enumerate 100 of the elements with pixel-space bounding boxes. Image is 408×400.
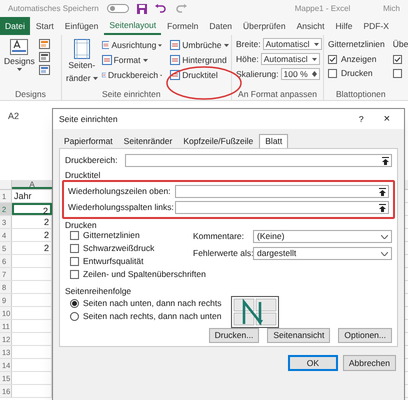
fonts-icon xyxy=(38,52,50,62)
dialog-button[interactable]: Drucken... xyxy=(208,328,260,343)
dialog-tab[interactable]: Papierformat xyxy=(59,135,118,148)
autosave-label: Automatisches Speichern xyxy=(8,2,99,14)
group-label: Designs xyxy=(14,88,47,100)
spin-field[interactable]: 100 % xyxy=(280,68,320,80)
undo-icon[interactable] xyxy=(154,4,167,13)
checkbox[interactable] xyxy=(70,256,79,266)
ribbon-tab[interactable]: Formeln xyxy=(162,17,204,35)
group-label: Seite einrichten xyxy=(101,88,162,100)
page-icon xyxy=(102,55,112,65)
dialog-tab[interactable]: Kopfzeile/Fußzeile xyxy=(178,135,258,148)
ribbon-command[interactable]: Druckbereich xyxy=(102,69,162,81)
checkbox[interactable] xyxy=(328,54,337,64)
save-icon[interactable] xyxy=(136,4,147,14)
radio-button[interactable] xyxy=(70,298,79,308)
group-label: Blattoptionen xyxy=(335,88,387,100)
effects-icon xyxy=(38,65,50,75)
field-label: Wiederholungsspalten links: xyxy=(68,201,175,214)
checkbox-label: Drucken xyxy=(341,66,373,80)
close-button[interactable]: × xyxy=(384,110,390,128)
checkbox[interactable] xyxy=(70,230,79,240)
collapse-icon xyxy=(379,188,386,196)
dialog-button[interactable]: Abbrechen xyxy=(342,355,396,371)
dialog-title: Seite einrichten xyxy=(59,112,118,126)
user-name: Mich xyxy=(383,2,400,14)
ribbon-tab[interactable]: Einfügen xyxy=(60,17,104,35)
checkbox-label: Anzeigen xyxy=(341,52,376,66)
redo-icon[interactable] xyxy=(174,4,187,13)
column-header: A xyxy=(12,180,52,189)
caret-icon xyxy=(158,44,162,46)
field-label: Breite: xyxy=(236,38,261,51)
ribbon-tab[interactable]: Daten xyxy=(204,17,238,35)
margins-icon xyxy=(74,39,90,59)
designs-icon xyxy=(10,39,28,55)
checkbox[interactable] xyxy=(70,270,79,278)
page-icon xyxy=(170,40,180,50)
dialog-tab[interactable]: Blatt xyxy=(259,134,288,148)
page-icon xyxy=(102,70,106,80)
section-heading: Drucktitel xyxy=(65,169,102,180)
field-label: Skalierung: xyxy=(236,68,279,80)
ribbon-tab[interactable]: Überprüfen xyxy=(238,17,291,35)
radio-label: Seiten nach unten, dann nach rechts xyxy=(83,296,222,310)
dropdown-field[interactable]: Automatiscl xyxy=(260,53,320,66)
ribbon-tab[interactable]: Start xyxy=(30,17,59,35)
dropdown-field[interactable]: (Keine) xyxy=(253,230,392,243)
ribbon-command[interactable]: Umbrüche xyxy=(170,39,231,51)
dialog-tab[interactable]: Seitenränder xyxy=(118,135,178,148)
name-box[interactable]: A2 xyxy=(4,110,52,124)
checkbox[interactable] xyxy=(392,54,402,64)
checkbox-label: Schwarzweißdruck xyxy=(83,242,154,254)
ribbon-command[interactable]: Ausrichtung xyxy=(102,39,162,51)
checkbox[interactable] xyxy=(70,244,79,252)
ribbon-command[interactable]: Hintergrund xyxy=(170,54,231,66)
caret-icon xyxy=(312,58,317,61)
caret-icon xyxy=(224,44,228,46)
checkbox[interactable] xyxy=(328,68,337,78)
dropdown-field[interactable]: dargestellt xyxy=(253,247,392,260)
ribbon-tab[interactable]: Hilfe xyxy=(330,17,358,35)
column-heading: Übe xyxy=(392,38,408,51)
caret-icon xyxy=(16,68,22,71)
group-label: An Format anpassen xyxy=(237,88,318,100)
file-tab[interactable]: Datei xyxy=(0,17,30,35)
page-order-preview-drawing xyxy=(231,296,280,328)
dialog-button[interactable]: Seitenansicht xyxy=(267,328,330,343)
ribbon-command[interactable]: Format xyxy=(102,54,162,66)
checkbox[interactable] xyxy=(392,68,402,78)
field-label: Fehlerwerte als: xyxy=(193,247,253,260)
caret-icon xyxy=(142,58,148,62)
ribbon-tab[interactable]: Ansicht xyxy=(292,17,330,35)
section-heading: Seitenreihenfolge xyxy=(65,285,132,296)
caret-icon xyxy=(92,76,98,80)
caret-icon xyxy=(314,42,319,46)
designs-button[interactable]: Designs xyxy=(4,39,35,71)
checkbox-label: Zeilen- und Spaltenüberschriften xyxy=(83,268,206,280)
collapse-icon xyxy=(379,204,386,212)
margins-button[interactable]: Seiten- ränder xyxy=(66,39,98,88)
dialog-button[interactable]: OK xyxy=(288,355,338,371)
field-label: Kommentare: xyxy=(193,230,246,243)
ribbon-tab[interactable]: PDF-X xyxy=(358,17,394,35)
input-field[interactable] xyxy=(175,201,389,214)
chevron-icon xyxy=(381,252,388,256)
input-field[interactable] xyxy=(175,185,389,198)
field-label: Höhe: xyxy=(236,52,259,66)
input-field[interactable] xyxy=(125,154,392,167)
radio-button[interactable] xyxy=(70,312,79,320)
autosave-toggle[interactable] xyxy=(106,4,129,13)
window-title: Mappe1 - Excel xyxy=(294,2,350,14)
radio-label: Seiten nach rechts, dann nach unten xyxy=(83,310,222,322)
chevron-icon xyxy=(381,234,388,238)
dropdown-field[interactable]: Automatiscl xyxy=(262,38,322,50)
page-icon xyxy=(102,40,110,50)
help-button[interactable]: ? xyxy=(358,112,364,126)
field-label: Wiederholungszeilen oben: xyxy=(68,185,172,198)
colors-icon xyxy=(38,39,50,49)
column-heading: Gitternetzlinien xyxy=(328,38,385,51)
checkbox-label: Entwurfsqualität xyxy=(83,254,144,268)
collapse-icon xyxy=(382,156,389,164)
dialog-button[interactable]: Optionen... xyxy=(338,328,392,343)
section-heading: Drucken xyxy=(65,219,98,230)
